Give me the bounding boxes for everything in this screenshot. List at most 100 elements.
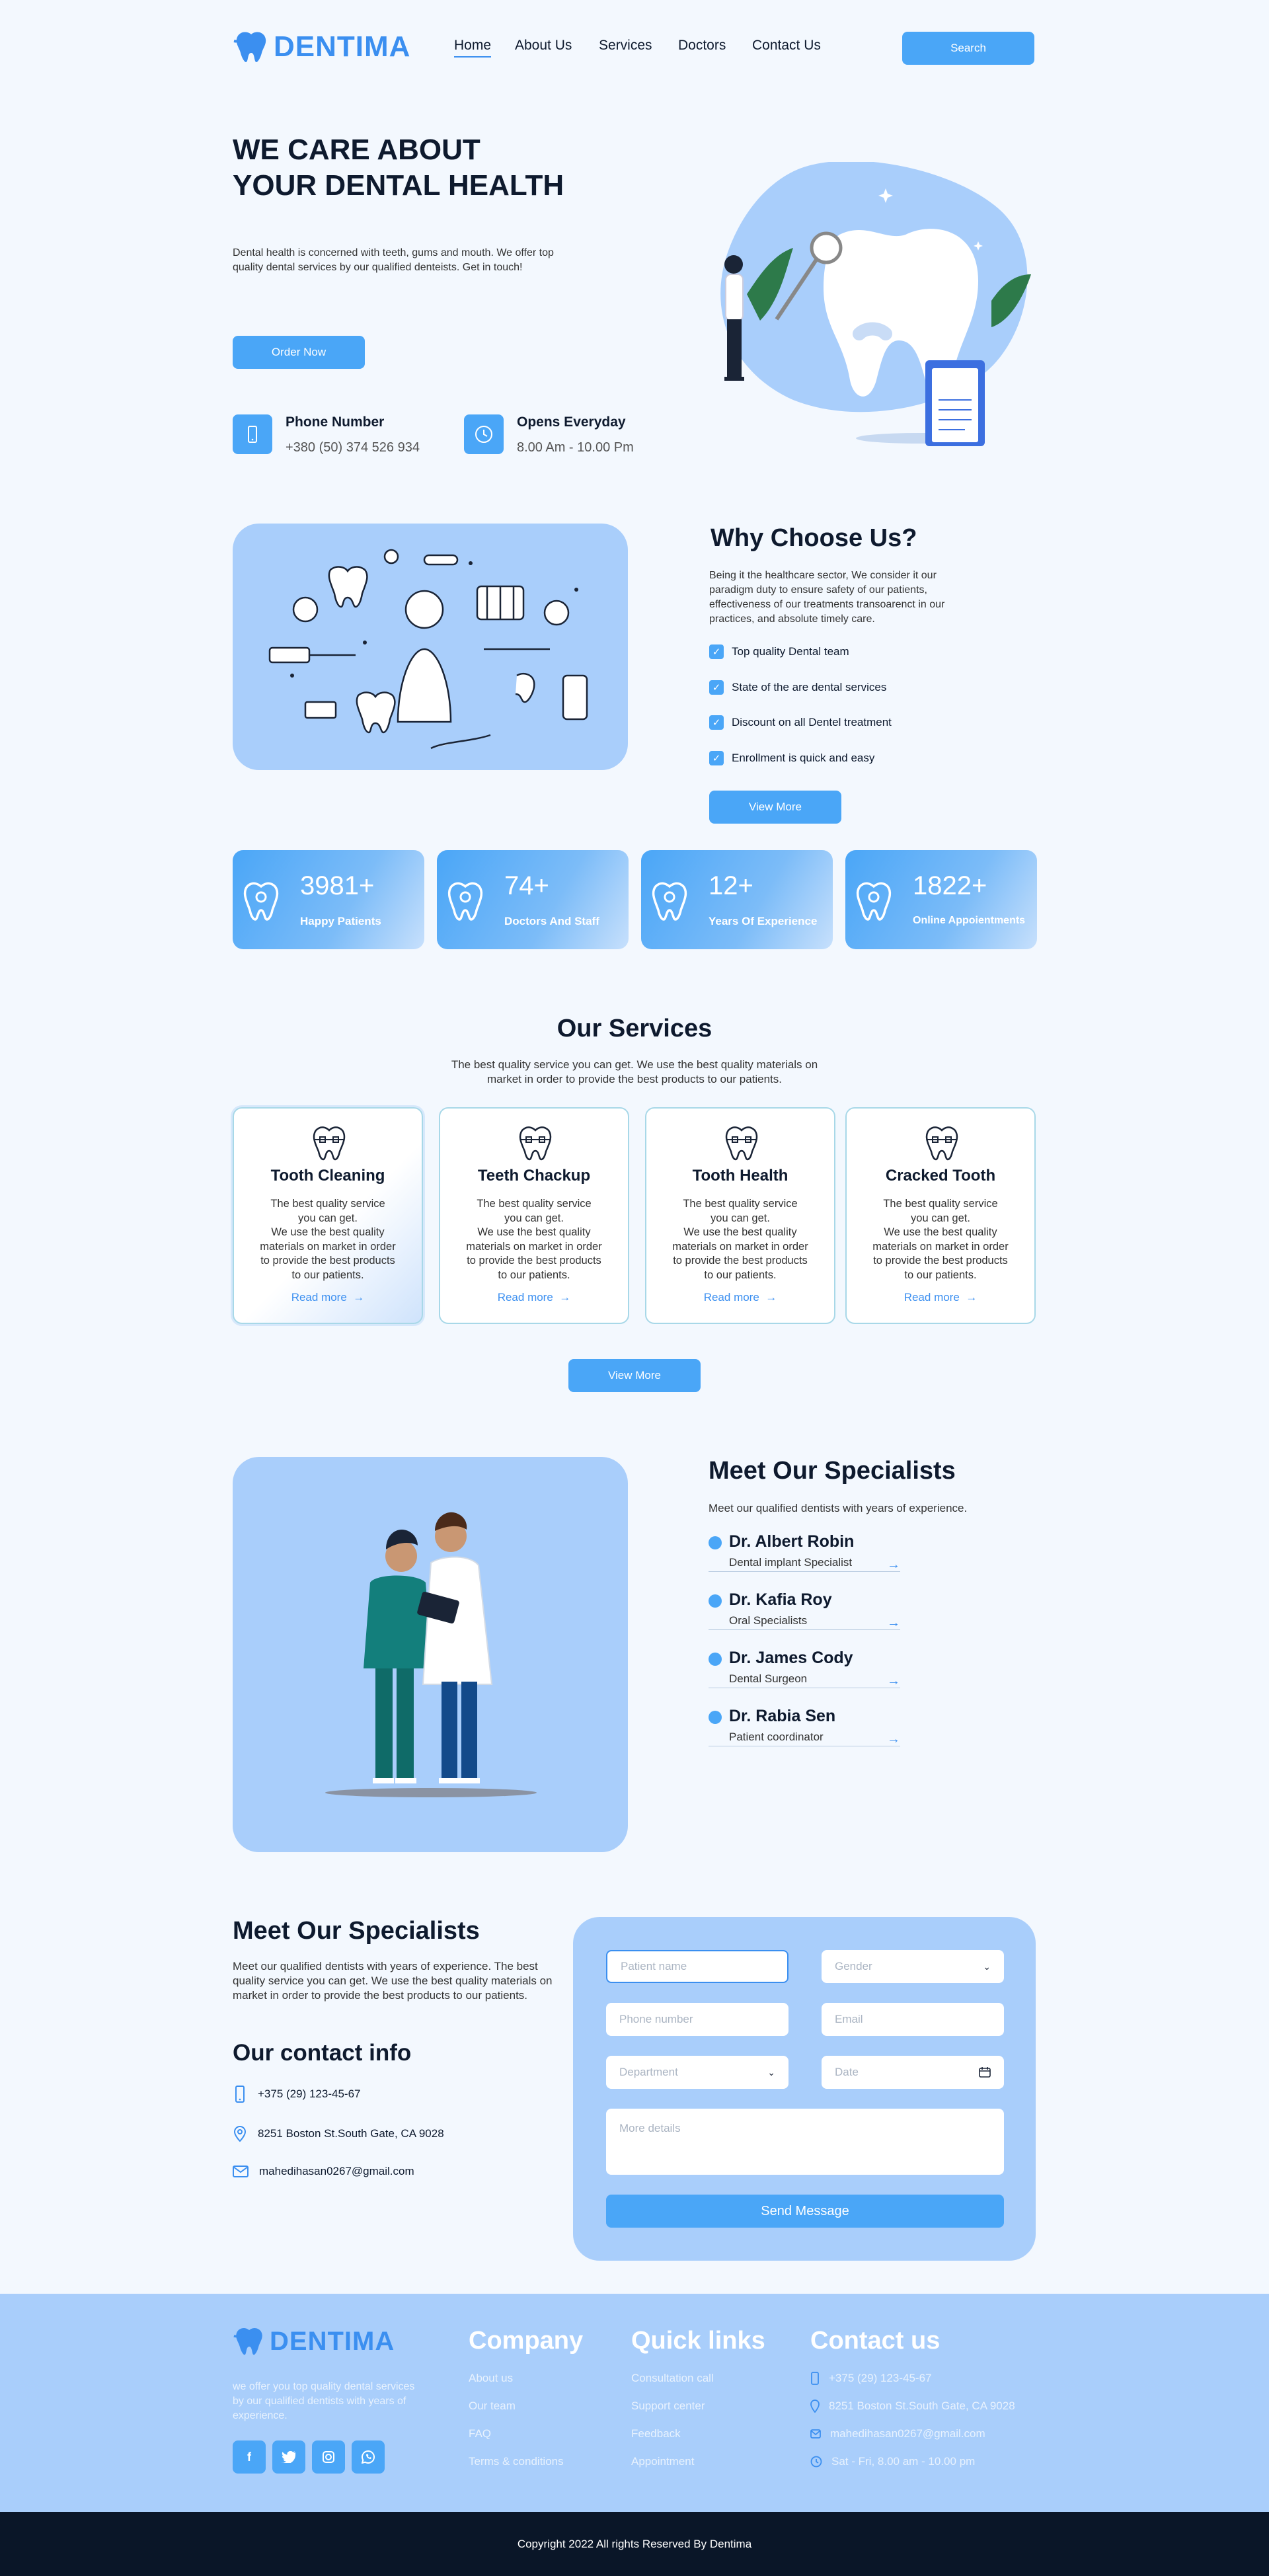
- specialist-item[interactable]: Dr. Albert Robin Dental implant Speciali…: [709, 1532, 900, 1572]
- footer-link-support[interactable]: Support center: [631, 2400, 705, 2413]
- footer-contact-hours: Sat - Fri, 8.00 am - 10.00 pm: [810, 2455, 975, 2468]
- doctors-illustration: [325, 1512, 537, 1797]
- footer-link-terms[interactable]: Terms & conditions: [469, 2455, 564, 2468]
- stat-card: 3981+ Happy Patients: [233, 850, 424, 949]
- specialist-item[interactable]: Dr. Kafia Roy Oral Specialists →: [709, 1590, 900, 1630]
- why-view-more-button[interactable]: View More: [709, 791, 841, 824]
- location-pin-icon: [810, 2400, 820, 2413]
- gender-placeholder: Gender: [835, 1960, 872, 1972]
- why-item-label: Top quality Dental team: [732, 645, 849, 658]
- footer-link-team[interactable]: Our team: [469, 2400, 516, 2413]
- nav-about-us[interactable]: About Us: [515, 38, 572, 54]
- read-more-label: Read more: [904, 1291, 960, 1304]
- arrow-right-icon[interactable]: →: [887, 1674, 900, 1689]
- service-card[interactable]: Tooth Cleaning The best quality service …: [233, 1107, 423, 1324]
- service-card[interactable]: Teeth Chackup The best quality service y…: [439, 1107, 629, 1324]
- arrow-right-icon: →: [762, 1291, 777, 1304]
- tooth-logo-icon: [233, 32, 266, 62]
- arrow-right-icon[interactable]: →: [887, 1616, 900, 1631]
- stat-card: 12+ Years Of Experience: [641, 850, 833, 949]
- why-list-item: ✓ Discount on all Dentel treatment: [709, 715, 892, 730]
- tooth-icon: [243, 882, 279, 921]
- read-more-link[interactable]: Read more →: [646, 1291, 834, 1304]
- specialist-name: Dr. Albert Robin: [729, 1532, 855, 1551]
- specialists-title: Meet Our Specialists: [709, 1457, 956, 1485]
- footer-link-consultation[interactable]: Consultation call: [631, 2372, 714, 2385]
- specialist-role: Patient coordinator: [729, 1731, 824, 1743]
- bullet-icon: [709, 1536, 722, 1549]
- twitter-icon[interactable]: [272, 2440, 305, 2474]
- footer-logo[interactable]: DENTIMA: [233, 2325, 395, 2357]
- copyright-text: Copyright 2022 All rights Reserved By De…: [517, 2537, 752, 2550]
- nav-contact-us[interactable]: Contact Us: [752, 38, 821, 54]
- specialist-role: Dental implant Specialist: [729, 1556, 853, 1569]
- service-card[interactable]: Cracked Tooth The best quality service y…: [845, 1107, 1036, 1324]
- stat-value: 1822+: [913, 871, 987, 900]
- clock-icon: [810, 2456, 822, 2468]
- phone-icon: [233, 414, 272, 454]
- footer-link-appointment[interactable]: Appointment: [631, 2455, 694, 2468]
- chevron-down-icon: ⌄: [983, 1961, 991, 1972]
- hours-value: 8.00 Am - 10.00 Pm: [517, 440, 634, 455]
- tooth-braces-icon: [313, 1126, 346, 1161]
- service-card[interactable]: Tooth Health The best quality service yo…: [645, 1107, 835, 1324]
- patient-name-input[interactable]: Patient name: [606, 1950, 788, 1983]
- calendar-icon: [979, 2067, 991, 2078]
- footer-link-faq[interactable]: FAQ: [469, 2427, 491, 2440]
- hero-title-line2: YOUR DENTAL HEALTH: [233, 169, 564, 202]
- stat-label: Happy Patients: [300, 915, 381, 927]
- department-select[interactable]: Department ⌄: [606, 2056, 788, 2089]
- mail-icon: [810, 2429, 821, 2439]
- phone-number-input[interactable]: Phone number: [606, 2003, 788, 2036]
- instagram-icon[interactable]: [312, 2440, 345, 2474]
- footer-contact-title: Contact us: [810, 2327, 941, 2355]
- read-more-label: Read more: [497, 1291, 553, 1304]
- logo[interactable]: DENTIMA: [233, 29, 410, 65]
- footer-link-about[interactable]: About us: [469, 2372, 513, 2385]
- arrow-right-icon[interactable]: →: [887, 1557, 900, 1573]
- specialist-item[interactable]: Dr. Rabia Sen Patient coordinator →: [709, 1707, 900, 1746]
- read-more-label: Read more: [703, 1291, 759, 1304]
- email-input[interactable]: Email: [822, 2003, 1004, 2036]
- phone-label: Phone Number: [286, 414, 385, 430]
- specialist-item[interactable]: Dr. James Cody Dental Surgeon →: [709, 1649, 900, 1688]
- stat-label: Online Appoientments: [913, 915, 1026, 926]
- department-placeholder: Department: [619, 2066, 678, 2078]
- send-message-button[interactable]: Send Message: [606, 2195, 1004, 2228]
- gender-select[interactable]: Gender ⌄: [822, 1950, 1004, 1983]
- service-text: The best quality service you can get. We…: [260, 1198, 396, 1281]
- service-text: The best quality service you can get. We…: [872, 1198, 1009, 1281]
- dentist-illustration: [268, 549, 588, 750]
- read-more-link[interactable]: Read more →: [234, 1291, 422, 1304]
- footer-quick-title: Quick links: [631, 2327, 765, 2355]
- brand-name: DENTIMA: [274, 30, 411, 63]
- details-textarea[interactable]: More details: [606, 2109, 1004, 2175]
- read-more-link[interactable]: Read more →: [440, 1291, 628, 1304]
- nav-doctors[interactable]: Doctors: [678, 38, 726, 54]
- facebook-icon[interactable]: f: [233, 2440, 266, 2474]
- bullet-icon: [709, 1594, 722, 1608]
- tooth-braces-icon: [519, 1126, 552, 1161]
- read-more-link[interactable]: Read more →: [847, 1291, 1034, 1304]
- date-input[interactable]: Date: [822, 2056, 1004, 2089]
- checkbox-icon: ✓: [709, 680, 724, 695]
- mail-icon: [233, 2166, 249, 2177]
- nav-services[interactable]: Services: [599, 38, 652, 54]
- why-illustration-card: [233, 524, 628, 770]
- footer-contact-hours-value: Sat - Fri, 8.00 am - 10.00 pm: [831, 2455, 976, 2468]
- specialists-illustration-card: [233, 1457, 628, 1852]
- footer-contact-phone-value: +375 (29) 123-45-67: [829, 2372, 932, 2384]
- footer-contact-address-value: 8251 Boston St.South Gate, CA 9028: [829, 2400, 1015, 2412]
- location-pin-icon: [233, 2125, 247, 2142]
- footer-company-title: Company: [469, 2327, 584, 2355]
- footer-link-feedback[interactable]: Feedback: [631, 2427, 681, 2440]
- arrow-right-icon[interactable]: →: [887, 1732, 900, 1747]
- stat-card: 1822+ Online Appoientments: [845, 850, 1037, 949]
- tooth-icon: [447, 882, 483, 921]
- order-now-button[interactable]: Order Now: [233, 336, 365, 369]
- search-button[interactable]: Search: [902, 32, 1034, 65]
- checkbox-icon: ✓: [709, 644, 724, 659]
- nav-home[interactable]: Home: [454, 38, 492, 58]
- services-view-more-button[interactable]: View More: [568, 1359, 701, 1392]
- whatsapp-icon[interactable]: [352, 2440, 385, 2474]
